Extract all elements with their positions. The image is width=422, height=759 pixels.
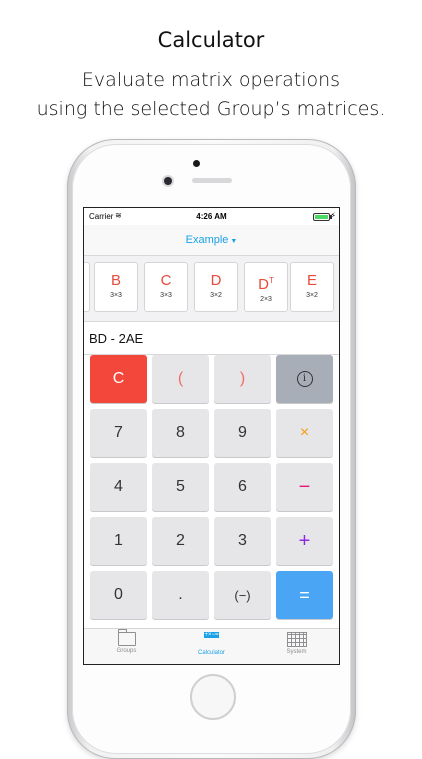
promo-title: Calculator [157,28,265,52]
grid-icon [286,632,307,647]
five-button[interactable]: 5 [152,463,209,511]
matrix-card-c[interactable]: C 3×3 [144,262,188,312]
status-time: 4:26 AM [196,212,227,221]
matrix-dims: 3×3 [110,292,122,299]
matrix-name: D [210,272,222,289]
tab-groups-label: Groups [116,648,137,654]
calculator-icon: +×−= [204,632,219,638]
expression-text: BD - 2AE [89,331,144,346]
four-button[interactable]: 4 [90,463,147,511]
group-selector[interactable]: Example ▼ [84,234,339,246]
eight-button[interactable]: 8 [152,409,209,457]
keypad: C ( ) i 7 8 9 × 4 5 6 − 1 2 3 + 0 . (−) … [84,355,339,627]
matrix-dims: 3×2 [210,292,222,299]
tab-calculator-label: Calculator [197,650,225,656]
info-icon: i [296,371,313,387]
promo-subtitle-line-1: Evaluate matrix operations [81,69,341,91]
app-screen: Carrier ≋ 4:26 AM ⚡ Example ▼ B 3×3 C 3×3… [84,208,339,664]
decimal-button[interactable]: . [152,571,209,619]
promo-subtitle: Evaluate matrix operations using the sel… [0,66,422,124]
chevron-down-icon: ▼ [230,238,238,245]
add-button[interactable]: + [276,517,333,565]
clear-button[interactable]: C [90,355,147,403]
matrix-name: E [306,272,317,289]
three-button[interactable]: 3 [214,517,271,565]
group-selector-label: Example [185,234,229,246]
matrix-dims: 3×3 [160,292,172,299]
tab-calculator[interactable]: +×−= Calculator [169,632,254,656]
multiply-button[interactable]: × [276,409,333,457]
matrix-card-b[interactable]: B 3×3 [94,262,138,312]
matrix-name: B [110,272,121,289]
nav-bar: Example ▼ [84,225,339,256]
home-button[interactable] [190,674,236,720]
battery-icon [313,213,332,221]
tab-bar: Groups +×−= Calculator System [84,628,339,664]
matrix-name: C [160,272,172,289]
status-bar: Carrier ≋ 4:26 AM ⚡ [84,208,339,225]
tab-system-label: System [286,649,307,655]
nine-button[interactable]: 9 [214,409,271,457]
phone-sensor [193,160,200,167]
six-button[interactable]: 6 [214,463,271,511]
transpose-superscript: T [268,276,274,285]
front-camera [164,177,172,185]
tab-groups[interactable]: Groups [84,629,169,654]
matrix-dims: 2×3 [260,296,272,303]
charging-icon: ⚡ [330,211,336,220]
earpiece [192,178,232,183]
expression-field[interactable]: BD - 2AE [84,322,339,355]
folder-icon [117,629,136,646]
subtract-button[interactable]: − [276,463,333,511]
close-paren-button[interactable]: ) [214,355,271,403]
seven-button[interactable]: 7 [90,409,147,457]
equals-button[interactable]: = [276,571,333,619]
matrix-card-partial[interactable] [84,262,90,312]
promo-subtitle-line-2: using the selected Group’s matrices. [36,98,386,120]
negate-button[interactable]: (−) [214,571,271,619]
tab-system[interactable]: System [254,632,339,655]
matrix-card-e[interactable]: E 3×2 [290,262,334,312]
matrix-name-base: D [258,276,269,293]
matrix-strip[interactable]: B 3×3 C 3×3 D 3×2 DT 2×3 E 3×2 [84,256,339,322]
two-button[interactable]: 2 [152,517,209,565]
one-button[interactable]: 1 [90,517,147,565]
matrix-dims: 3×2 [306,292,318,299]
open-paren-button[interactable]: ( [152,355,209,403]
info-button[interactable]: i [276,355,333,403]
matrix-card-d-transpose[interactable]: DT 2×3 [244,262,288,312]
zero-button[interactable]: 0 [90,571,147,619]
matrix-card-d[interactable]: D 3×2 [194,262,238,312]
matrix-name: DT [245,273,287,293]
